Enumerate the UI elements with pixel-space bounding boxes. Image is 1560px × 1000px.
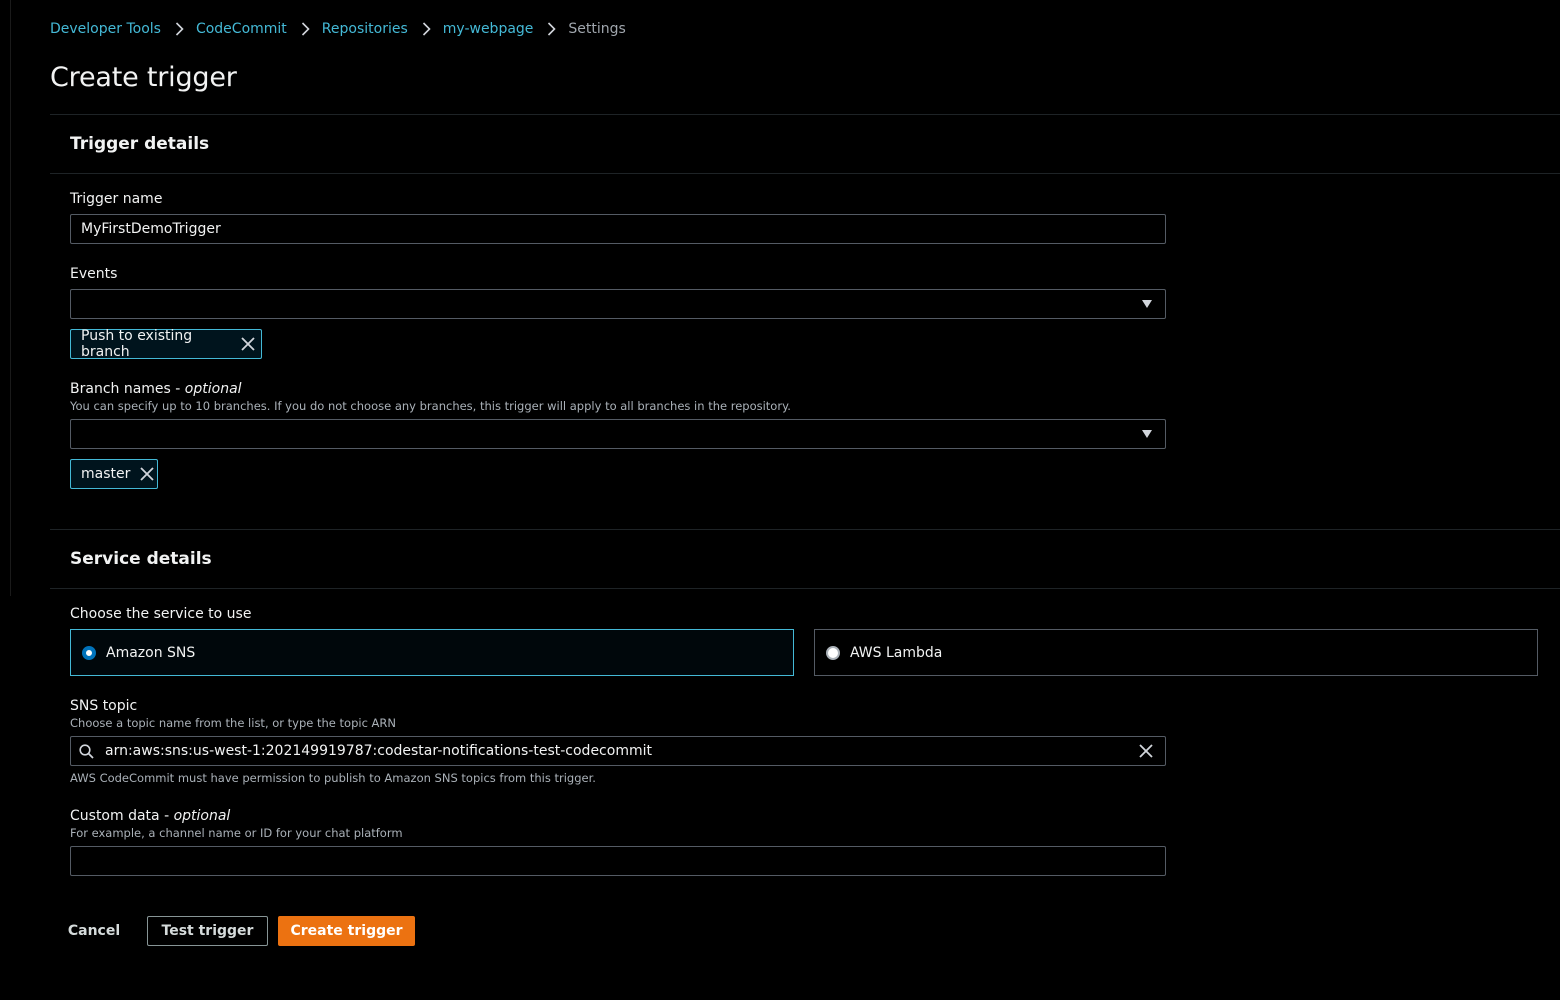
caret-down-icon bbox=[1142, 300, 1152, 308]
trigger-name-input[interactable]: MyFirstDemoTrigger bbox=[70, 214, 1166, 244]
cancel-button[interactable]: Cancel bbox=[62, 916, 126, 946]
chevron-right-icon bbox=[422, 22, 431, 36]
close-icon[interactable] bbox=[140, 467, 155, 481]
branch-token-label: master bbox=[81, 466, 131, 482]
breadcrumb-my-webpage[interactable]: my-webpage bbox=[443, 21, 534, 37]
trigger-details-title: Trigger details bbox=[70, 134, 210, 154]
sns-topic-field: SNS topic Choose a topic name from the l… bbox=[70, 697, 1166, 786]
trigger-details-panel: Trigger details bbox=[50, 114, 1560, 174]
radio-amazon-sns[interactable]: Amazon SNS bbox=[70, 629, 794, 676]
branch-names-field: Branch names - optional You can specify … bbox=[70, 380, 1166, 449]
custom-data-input[interactable] bbox=[70, 846, 1166, 876]
trigger-name-field: Trigger name MyFirstDemoTrigger bbox=[70, 190, 1166, 244]
optional-text: optional bbox=[184, 381, 242, 397]
choose-service-label: Choose the service to use bbox=[70, 606, 252, 622]
radio-selected-icon bbox=[82, 645, 96, 660]
caret-down-icon bbox=[1142, 430, 1152, 438]
radio-unselected-icon bbox=[826, 645, 840, 660]
search-icon bbox=[79, 743, 94, 759]
branch-token-master: master bbox=[70, 459, 158, 489]
trigger-name-value: MyFirstDemoTrigger bbox=[81, 221, 221, 237]
event-token-push-to-existing-branch: Push to existing branch bbox=[70, 328, 262, 360]
test-trigger-button[interactable]: Test trigger bbox=[147, 916, 268, 946]
breadcrumb-developer-tools[interactable]: Developer Tools bbox=[50, 21, 161, 37]
chevron-right-icon bbox=[547, 22, 557, 36]
branch-names-select[interactable] bbox=[70, 419, 1166, 449]
close-icon[interactable] bbox=[241, 337, 255, 351]
radio-aws-lambda-label: AWS Lambda bbox=[850, 644, 943, 661]
chevron-right-icon bbox=[301, 22, 310, 36]
optional-text: optional bbox=[173, 808, 231, 824]
service-details-panel: Service details bbox=[50, 529, 1560, 589]
radio-aws-lambda[interactable]: AWS Lambda bbox=[814, 629, 1538, 676]
left-rail bbox=[0, 0, 11, 596]
custom-data-field: Custom data - optional For example, a ch… bbox=[70, 807, 1166, 876]
page-title: Create trigger bbox=[50, 62, 237, 93]
clear-icon[interactable] bbox=[1139, 744, 1153, 758]
breadcrumb-settings: Settings bbox=[568, 21, 626, 37]
create-trigger-button[interactable]: Create trigger bbox=[278, 916, 415, 946]
sns-topic-value: arn:aws:sns:us-west-1:202149919787:codes… bbox=[105, 743, 652, 759]
branch-names-label-text: Branch names - bbox=[70, 381, 185, 397]
service-details-title: Service details bbox=[70, 549, 212, 569]
events-select[interactable] bbox=[70, 289, 1166, 319]
branch-names-label: Branch names - optional bbox=[70, 380, 1166, 398]
custom-data-label: Custom data - optional bbox=[70, 807, 1166, 825]
branch-names-description: You can specify up to 10 branches. If yo… bbox=[70, 399, 791, 413]
sns-topic-description: Choose a topic name from the list, or ty… bbox=[70, 716, 397, 730]
service-details-header: Service details bbox=[50, 530, 1560, 589]
sns-topic-input[interactable]: arn:aws:sns:us-west-1:202149919787:codes… bbox=[70, 736, 1166, 766]
custom-data-description: For example, a channel name or ID for yo… bbox=[70, 826, 403, 840]
events-field: Events bbox=[70, 265, 1166, 319]
chevron-right-icon bbox=[175, 22, 184, 36]
breadcrumb-codecommit[interactable]: CodeCommit bbox=[196, 21, 287, 37]
custom-data-label-text: Custom data - bbox=[70, 808, 174, 824]
breadcrumb: Developer Tools CodeCommit Repositories … bbox=[50, 19, 626, 39]
events-label: Events bbox=[70, 266, 118, 282]
sns-topic-label: SNS topic bbox=[70, 698, 138, 714]
radio-amazon-sns-label: Amazon SNS bbox=[106, 644, 196, 661]
choose-service-field: Choose the service to use bbox=[70, 605, 251, 623]
event-token-label: Push to existing branch bbox=[81, 328, 193, 360]
trigger-name-label: Trigger name bbox=[70, 191, 163, 207]
sns-topic-hint: AWS CodeCommit must have permission to p… bbox=[70, 771, 596, 785]
trigger-details-header: Trigger details bbox=[50, 115, 1560, 174]
breadcrumb-repositories[interactable]: Repositories bbox=[322, 21, 408, 37]
